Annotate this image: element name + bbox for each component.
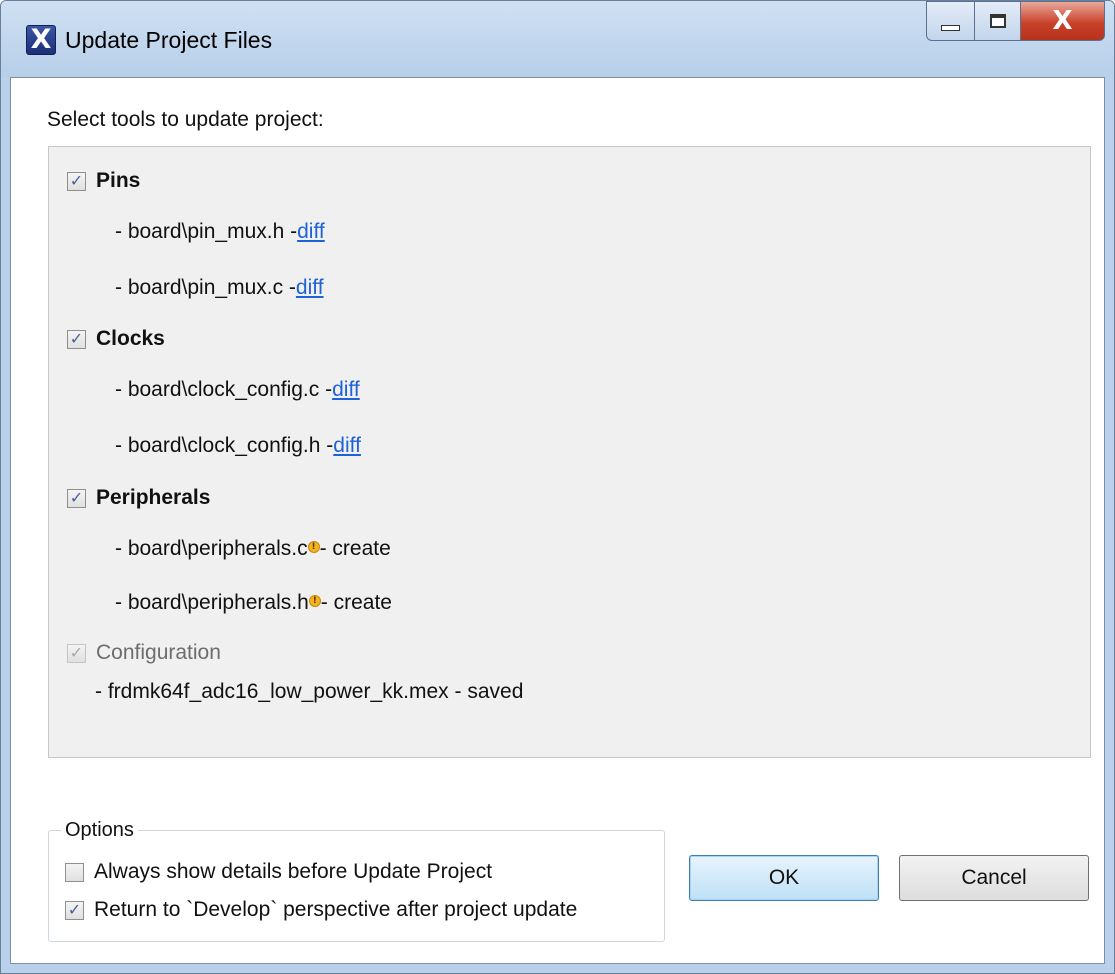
configuration-file: - frdmk64f_adc16_low_power_kk.mex - save… <box>95 680 524 703</box>
file-path: - board\peripherals.c <box>115 537 308 560</box>
cancel-button[interactable]: Cancel <box>899 855 1089 901</box>
update-project-files-dialog: X Update Project Files X Select tools to… <box>0 0 1115 974</box>
maximize-icon <box>989 14 1006 28</box>
tool-configuration: ✓ Configuration <box>67 641 221 665</box>
warning-icon: ! <box>308 595 321 607</box>
option-return-develop[interactable]: ✓ Return to `Develop` perspective after … <box>65 898 577 922</box>
warning-icon: ! <box>307 541 320 553</box>
maximize-button[interactable] <box>974 1 1020 41</box>
peripherals-checkbox[interactable]: ✓ <box>67 488 86 508</box>
tool-peripherals: ✓ Peripherals <box>67 486 210 510</box>
file-row: - board\pin_mux.c - diff <box>115 276 324 300</box>
configuration-file-row: - frdmk64f_adc16_low_power_kk.mex - save… <box>95 680 523 704</box>
close-button[interactable]: X <box>1020 1 1105 41</box>
diff-link[interactable]: diff <box>296 276 324 300</box>
file-row: - board\clock_config.c - diff <box>115 378 360 402</box>
ok-button[interactable]: OK <box>689 855 879 901</box>
title-bar[interactable]: X Update Project Files X <box>1 1 1114 77</box>
file-row: - board\clock_config.h - diff <box>115 434 361 458</box>
clocks-label: Clocks <box>96 327 165 350</box>
peripherals-label: Peripherals <box>96 486 211 509</box>
minimize-icon <box>941 25 960 31</box>
tool-clocks: ✓ Clocks <box>67 327 165 351</box>
file-action: - create <box>320 591 392 614</box>
diff-link[interactable]: diff <box>297 220 325 244</box>
file-path: - board\clock_config.c - <box>115 378 333 401</box>
return-develop-checkbox[interactable]: ✓ <box>65 900 84 920</box>
app-logo-icon: X <box>26 25 56 55</box>
file-path: - board\clock_config.h - <box>115 434 334 457</box>
file-path: - board\pin_mux.c - <box>115 276 296 299</box>
window-controls: X <box>926 1 1105 43</box>
configuration-checkbox: ✓ <box>67 643 86 663</box>
tools-panel: ✓ Pins - board\pin_mux.h - diff - board\… <box>48 146 1091 758</box>
always-show-label: Always show details before Update Projec… <box>94 860 493 883</box>
return-develop-label: Return to `Develop` perspective after pr… <box>94 898 578 921</box>
prompt-label: Select tools to update project: <box>47 108 324 131</box>
file-action: - create <box>319 537 391 560</box>
pins-checkbox[interactable]: ✓ <box>67 171 86 191</box>
file-path: - board\peripherals.h <box>115 591 309 614</box>
file-row: - board\peripherals.c ! - create <box>115 537 391 561</box>
diff-link[interactable]: diff <box>333 434 361 458</box>
configuration-label: Configuration <box>96 641 221 664</box>
file-path: - board\pin_mux.h - <box>115 220 298 243</box>
diff-link[interactable]: diff <box>332 378 360 402</box>
tool-pins: ✓ Pins <box>67 169 140 193</box>
option-always-show[interactable]: Always show details before Update Projec… <box>65 860 492 884</box>
always-show-checkbox[interactable] <box>65 862 84 882</box>
minimize-button[interactable] <box>926 1 974 41</box>
clocks-checkbox[interactable]: ✓ <box>67 329 86 349</box>
file-row: - board\peripherals.h ! - create <box>115 591 392 615</box>
file-row: - board\pin_mux.h - diff <box>115 220 325 244</box>
window-title: Update Project Files <box>65 27 273 53</box>
close-icon: X <box>1052 6 1073 36</box>
dialog-body: Select tools to update project: ✓ Pins -… <box>10 77 1105 964</box>
options-group <box>48 830 665 942</box>
options-title: Options <box>61 819 138 842</box>
pins-label: Pins <box>96 169 141 192</box>
